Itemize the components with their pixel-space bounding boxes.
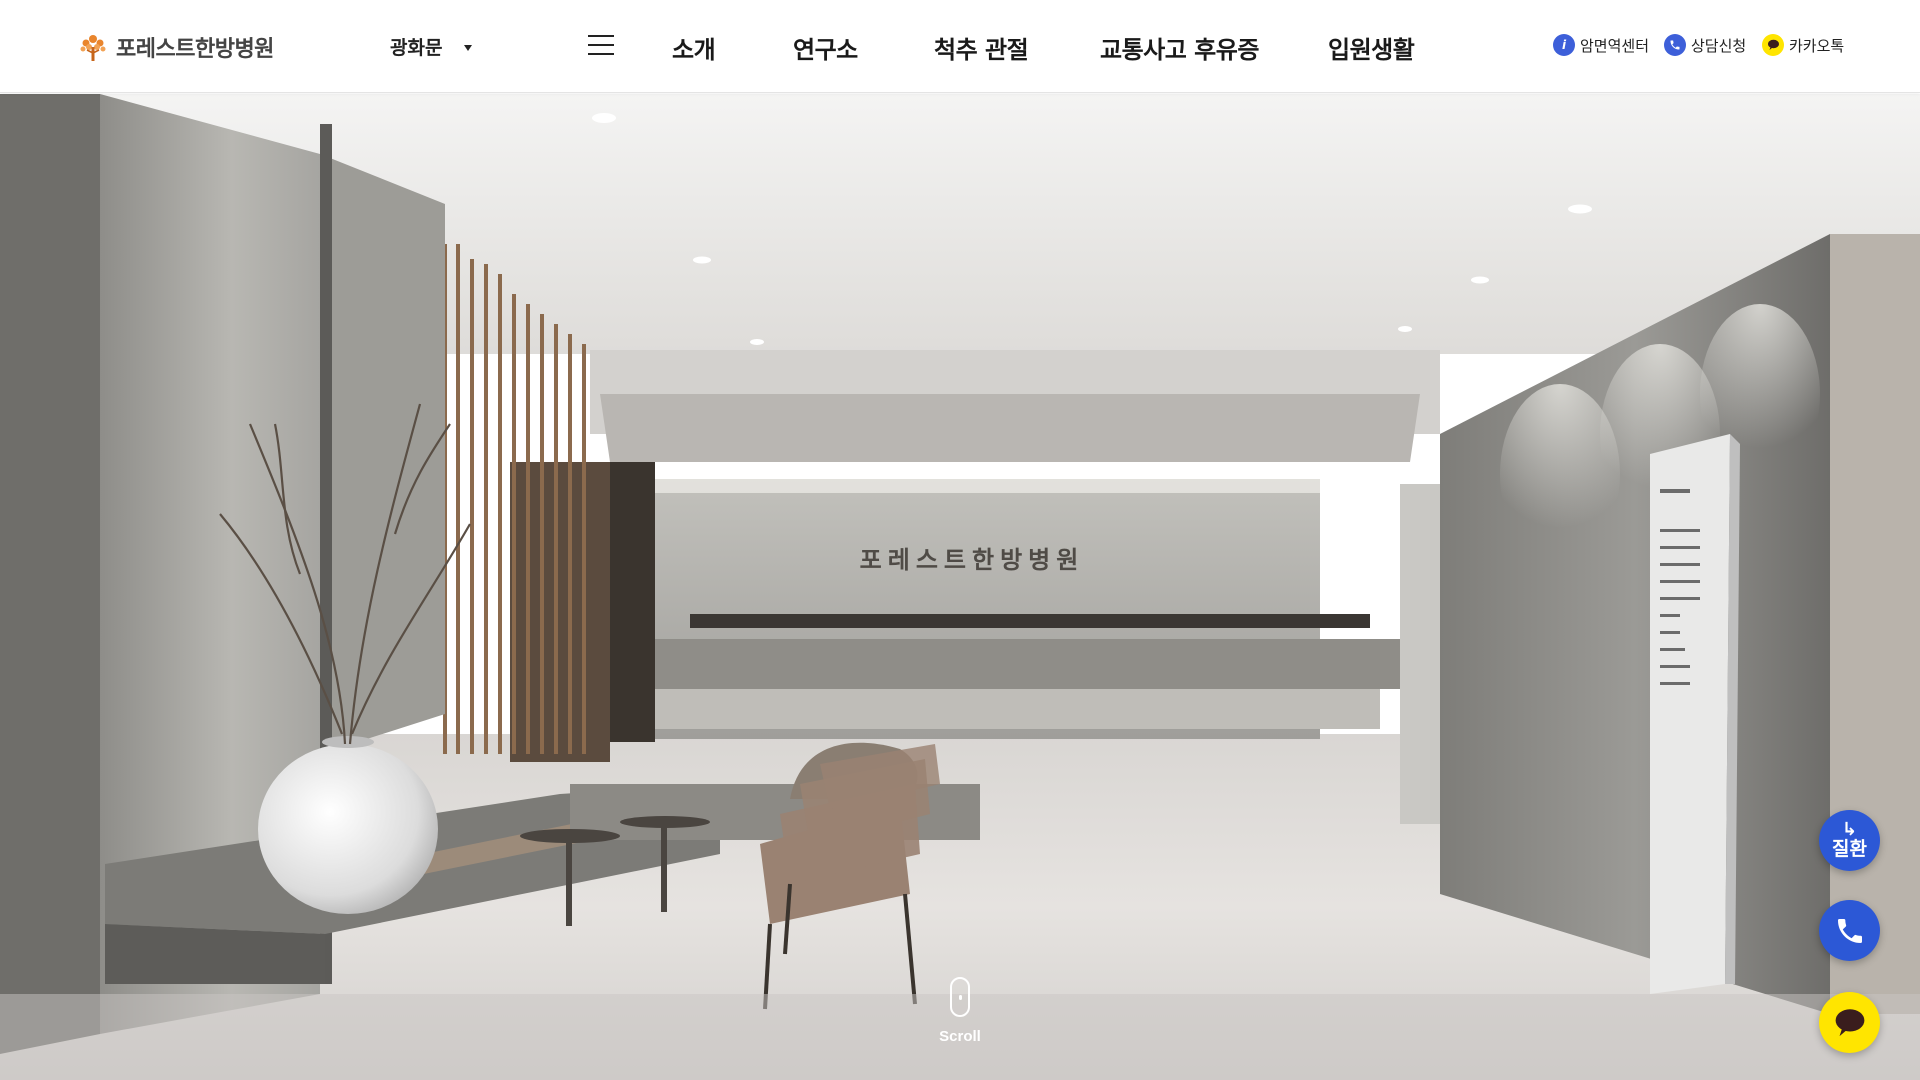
scroll-indicator[interactable]: Scroll [930, 977, 990, 1045]
phone-call-button[interactable] [1819, 900, 1880, 961]
phone-icon [1664, 34, 1686, 56]
util-consultation[interactable]: 상담신청 [1664, 34, 1746, 56]
branch-label: 광화문 [390, 37, 443, 59]
kakaotalk-chat-button[interactable] [1819, 992, 1880, 1053]
nav-spine-joint[interactable]: 척추 관절 [934, 30, 1029, 65]
caret-down-icon [464, 44, 473, 51]
nav-research[interactable]: 연구소 [793, 30, 858, 65]
disease-label: 질환 [1832, 837, 1867, 860]
turn-arrow-icon: ↳ [1841, 818, 1858, 840]
nav-accident-aftereffects[interactable]: 교통사고 후유증 [1100, 30, 1259, 65]
util-label: 카카오톡 [1789, 36, 1845, 55]
nav-inpatient-life[interactable]: 입원생활 [1328, 30, 1415, 65]
branch-selector[interactable]: 광화문 [390, 33, 473, 60]
site-logo[interactable]: 포레스트한방병원 [78, 29, 274, 65]
hamburger-menu-icon[interactable] [588, 33, 614, 57]
site-header: 포레스트한방병원 광화문 소개 연구소 척추 관절 교통사고 후유증 입원생활 … [0, 0, 1920, 93]
logo-text: 포레스트한방병원 [116, 37, 274, 62]
phone-icon [1837, 918, 1862, 943]
tree-logo-icon [80, 35, 106, 61]
lobby-sign-text: 포레스트한방병원 [860, 546, 1085, 574]
kakao-chat-icon [1835, 1008, 1864, 1036]
util-label: 상담신청 [1691, 36, 1747, 55]
util-cancer-immunity-center[interactable]: i 암면역센터 [1553, 34, 1649, 56]
util-kakaotalk[interactable]: 카카오톡 [1762, 34, 1844, 56]
info-icon: i [1553, 34, 1575, 56]
mouse-scroll-icon [950, 977, 970, 1017]
nav-intro[interactable]: 소개 [672, 30, 716, 65]
util-label: 암면역센터 [1580, 36, 1650, 55]
kakao-icon [1762, 34, 1784, 56]
scroll-label: Scroll [939, 1028, 981, 1045]
hero-lobby-image: 포레스트한방병원 [0, 94, 1920, 1080]
disease-quick-button[interactable]: ↳ 질환 [1819, 810, 1880, 871]
lobby-illustration: 포레스트한방병원 [0, 94, 1920, 1080]
